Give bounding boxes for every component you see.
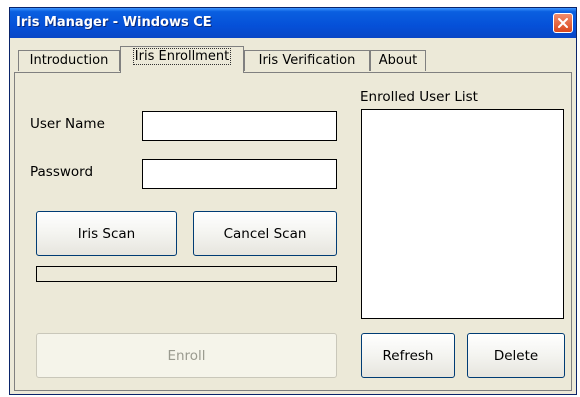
tab-about[interactable]: About xyxy=(370,50,426,71)
title-bar: Iris Manager - Windows CE xyxy=(10,8,576,38)
cancel-scan-button[interactable]: Cancel Scan xyxy=(193,211,337,256)
tab-iris-verification[interactable]: Iris Verification xyxy=(244,50,370,71)
password-input[interactable] xyxy=(142,159,337,189)
close-button[interactable] xyxy=(553,13,573,33)
tab-strip: Introduction Iris Enrollment Iris Verifi… xyxy=(10,46,576,73)
enrolled-list-label: Enrolled User List xyxy=(360,89,478,105)
delete-button[interactable]: Delete xyxy=(467,333,565,378)
tab-label: Iris Verification xyxy=(258,53,356,68)
tab-introduction[interactable]: Introduction xyxy=(18,50,120,71)
close-icon xyxy=(558,18,568,28)
window-title: Iris Manager - Windows CE xyxy=(16,15,212,30)
tab-iris-enrollment[interactable]: Iris Enrollment xyxy=(120,46,244,73)
user-name-label: User Name xyxy=(30,116,105,132)
password-label: Password xyxy=(30,164,94,180)
tab-label: About xyxy=(378,53,418,68)
enroll-button[interactable]: Enroll xyxy=(36,333,337,378)
iris-scan-button[interactable]: Iris Scan xyxy=(36,211,177,256)
tab-label: Iris Enrollment xyxy=(132,48,232,65)
enrollment-panel: User Name Password Iris Scan Cancel Scan… xyxy=(14,72,572,391)
app-window: Iris Manager - Windows CE Introduction I… xyxy=(9,7,577,395)
scan-progress-bar xyxy=(36,266,337,282)
refresh-button[interactable]: Refresh xyxy=(361,333,455,378)
tab-label: Introduction xyxy=(29,53,109,68)
enrolled-user-list[interactable] xyxy=(361,109,564,319)
user-name-input[interactable] xyxy=(142,111,337,141)
